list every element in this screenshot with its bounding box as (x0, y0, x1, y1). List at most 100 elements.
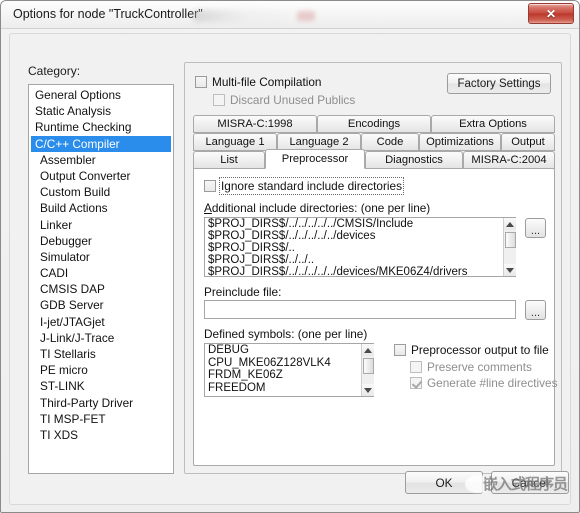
tab-encodings[interactable]: Encodings (317, 115, 431, 133)
category-item-c-c-compiler[interactable]: C/C++ Compiler (31, 135, 171, 152)
checkbox-box (410, 377, 422, 389)
include-dir-line[interactable]: $PROJ_DIRS$/../../.. (205, 254, 515, 266)
category-item-cadi[interactable]: CADI (29, 265, 173, 281)
defined-symbol-line[interactable]: CPU_MKE06Z128VLK4 (205, 357, 373, 370)
tab-diagnostics[interactable]: Diagnostics (365, 151, 463, 169)
multi-file-compilation-checkbox[interactable]: Multi-file Compilation (195, 75, 321, 89)
category-item-pe-micro[interactable]: PE micro (29, 362, 173, 378)
defined-symbol-line[interactable]: FRDM_KE06Z (205, 369, 373, 382)
scroll-up-arrow-icon[interactable] (362, 344, 374, 356)
category-item-assembler[interactable]: Assembler (29, 152, 173, 168)
checkbox-box (213, 94, 225, 106)
additional-include-directories-label: Additional include directories: (one per… (204, 201, 431, 215)
generate-line-directives-label: Generate #line directives (427, 376, 558, 390)
category-item-i-jet-jtagjet[interactable]: I-jet/JTAGjet (29, 314, 173, 330)
title-blurred-region (193, 10, 288, 22)
category-item-linker[interactable]: Linker (29, 217, 173, 233)
include-dir-line[interactable]: $PROJ_DIRS$/../../../../../devices/MKE06… (205, 266, 515, 276)
ok-label: OK (435, 475, 453, 490)
dialog-client-area: Category: General Options Static Analysis… (9, 33, 571, 505)
category-item-third-party-driver[interactable]: Third-Party Driver (29, 395, 173, 411)
checkbox-box (410, 361, 422, 373)
preprocessor-tab-panel: Ignore standard include directories Addi… (193, 168, 558, 466)
cancel-label: Cancel (511, 475, 549, 490)
preprocessor-output-to-file-label: Preprocessor output to file (411, 343, 549, 357)
browse-include-dirs-button[interactable]: ... (525, 218, 546, 238)
category-item-runtime-checking[interactable]: Runtime Checking (29, 119, 173, 135)
tab-language-1[interactable]: Language 1 (193, 133, 277, 151)
tab-list[interactable]: List (193, 151, 265, 169)
checkbox-box (394, 344, 406, 356)
factory-settings-label: Factory Settings (457, 77, 541, 90)
tab-misra-c-1998[interactable]: MISRA-C:1998 (193, 115, 317, 133)
scroll-down-arrow-icon[interactable] (362, 384, 374, 396)
category-item-ti-msp-fet[interactable]: TI MSP-FET (29, 411, 173, 427)
category-item-j-link-j-trace[interactable]: J-Link/J-Trace (29, 330, 173, 346)
scroll-up-arrow-icon[interactable] (504, 218, 516, 230)
category-item-cmsis-dap[interactable]: CMSIS DAP (29, 281, 173, 297)
tab-preprocessor[interactable]: Preprocessor (265, 149, 365, 169)
tab-misra-c-2004[interactable]: MISRA-C:2004 (463, 151, 555, 169)
category-list[interactable]: General Options Static Analysis Runtime Ch… (28, 84, 174, 474)
tab-strip: MISRA-C:1998 Encodings Extra Options Langu… (193, 115, 555, 169)
category-item-build-actions[interactable]: Build Actions (29, 200, 173, 216)
discard-unused-publics-checkbox: Discard Unused Publics (213, 93, 355, 107)
discard-unused-publics-label: Discard Unused Publics (230, 93, 356, 107)
compiler-options-pane: Factory Settings Multi-file Compilation … (184, 62, 562, 474)
title-blurred-badge (297, 11, 315, 21)
scroll-down-arrow-icon[interactable] (504, 264, 516, 276)
tab-row-0: MISRA-C:1998 Encodings Extra Options (193, 115, 555, 133)
tab-optimizations[interactable]: Optimizations (419, 133, 501, 151)
tab-row-1: Language 1 Language 2 Code Optimizations Out… (193, 133, 555, 151)
scrollbar-thumb[interactable] (363, 358, 374, 374)
category-label: Category: (28, 64, 81, 78)
include-list-scrollbar[interactable] (503, 218, 516, 276)
tab-row-2: List Preprocessor Diagnostics MISRA-C:2004 (193, 149, 555, 169)
ignore-standard-include-directories-checkbox[interactable]: Ignore standard include directories (204, 177, 404, 195)
category-item-output-converter[interactable]: Output Converter (29, 168, 173, 184)
preserve-comments-label: Preserve comments (427, 360, 532, 374)
defined-symbols-list[interactable]: DEBUG CPU_MKE06Z128VLK4 FRDM_KE06Z FREEDOM (204, 343, 374, 397)
category-item-debugger[interactable]: Debugger (29, 233, 173, 249)
cancel-button[interactable]: Cancel (491, 471, 569, 494)
category-item-general-options[interactable]: General Options (29, 87, 173, 103)
defined-symbols-label: Defined symbols: (one per line) (204, 327, 368, 341)
symbols-list-scrollbar[interactable] (361, 344, 374, 396)
defined-symbol-line[interactable]: DEBUG (205, 344, 373, 357)
window-title: Options for node "TruckController" (13, 7, 203, 21)
defined-symbol-line[interactable]: FREEDOM (205, 382, 373, 395)
category-item-custom-build[interactable]: Custom Build (29, 184, 173, 200)
tab-code[interactable]: Code (361, 133, 419, 151)
title-bar: Options for node "TruckController" ✕ (1, 1, 579, 29)
category-item-simulator[interactable]: Simulator (29, 249, 173, 265)
preinclude-file-input[interactable] (204, 300, 516, 319)
category-item-gdb-server[interactable]: GDB Server (29, 297, 173, 313)
close-icon: ✕ (545, 6, 557, 21)
tab-extra-options[interactable]: Extra Options (431, 115, 555, 133)
category-item-st-link[interactable]: ST-LINK (29, 378, 173, 394)
include-dir-line[interactable]: $PROJ_DIRS$/.. (205, 242, 515, 254)
scrollbar-thumb[interactable] (505, 232, 516, 248)
preprocessor-output-to-file-checkbox[interactable]: Preprocessor output to file (394, 343, 549, 357)
ok-button[interactable]: OK (405, 471, 483, 494)
preserve-comments-checkbox: Preserve comments (410, 360, 532, 374)
factory-settings-button[interactable]: Factory Settings (447, 73, 551, 94)
category-item-ti-stellaris[interactable]: TI Stellaris (29, 346, 173, 362)
category-item-static-analysis[interactable]: Static Analysis (29, 103, 173, 119)
browse-preinclude-button[interactable]: ... (525, 300, 546, 320)
include-dir-line[interactable]: $PROJ_DIRS$/../../../../../CMSIS/Include (205, 218, 515, 230)
ellipsis-icon: ... (530, 307, 541, 319)
generate-line-directives-checkbox: Generate #line directives (410, 376, 558, 390)
preinclude-file-label: Preinclude file: (204, 285, 282, 299)
ignore-standard-include-directories-label: Ignore standard include directories (219, 177, 404, 195)
ellipsis-icon: ... (530, 225, 541, 237)
category-item-ti-xds[interactable]: TI XDS (29, 427, 173, 443)
multi-file-compilation-label: Multi-file Compilation (212, 75, 322, 89)
close-button[interactable]: ✕ (528, 3, 574, 24)
include-dir-line[interactable]: $PROJ_DIRS$/../../../../../devices (205, 230, 515, 242)
tab-output[interactable]: Output (501, 133, 555, 151)
options-dialog-window: Options for node "TruckController" ✕ Cat… (0, 0, 580, 513)
checkbox-box (204, 180, 216, 192)
additional-include-directories-list[interactable]: $PROJ_DIRS$/../../../../../CMSIS/Include… (204, 217, 516, 277)
checkbox-box (195, 76, 207, 88)
